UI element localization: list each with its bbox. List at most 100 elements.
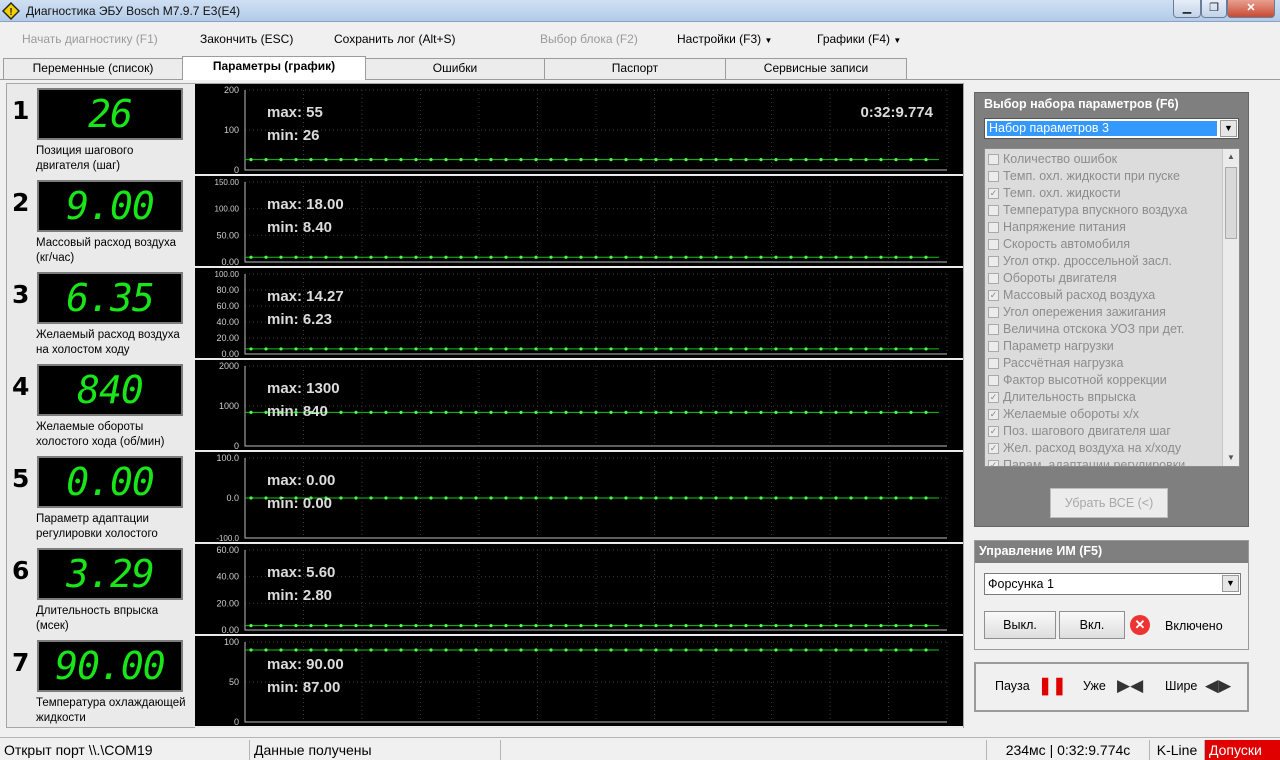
series-point	[369, 158, 373, 162]
diamond-warning-icon: !	[2, 2, 20, 20]
series-point	[834, 624, 838, 628]
checkbox[interactable]: ✓	[988, 426, 999, 437]
tab-variables-list[interactable]: Переменные (список)	[3, 58, 183, 79]
menu-save-log[interactable]: Сохранить лог (Alt+S)	[334, 32, 456, 46]
series-point	[819, 410, 823, 414]
scroll-up-icon[interactable]: ▲	[1223, 149, 1239, 165]
series-point	[519, 496, 523, 500]
param-value-display: 0.00	[37, 456, 183, 508]
param-graph[interactable]: 100.00 80.00 60.00 40.00 20.00 0.00 max: 14.27…	[195, 268, 963, 360]
param-graph[interactable]: 100.0 0.0 -100.0 max: 0.00 min: 0.00	[195, 452, 963, 544]
param-graph[interactable]: 150.00 100.00 50.00 0.00 max: 18.00 min: 8.40	[195, 176, 963, 268]
series-point	[249, 496, 253, 500]
series-point	[369, 347, 373, 351]
menu-graphs[interactable]: Графики (F4) ▼	[817, 32, 901, 46]
tab-parameters-graph[interactable]: Параметры (график)	[182, 56, 366, 80]
series-point	[864, 496, 868, 500]
param-list-scrollbar[interactable]: ▲ ▼	[1222, 149, 1239, 466]
narrower-label[interactable]: Уже	[1083, 679, 1106, 693]
menu-finish[interactable]: Закончить (ESC)	[200, 32, 293, 46]
chevron-down-icon[interactable]: ▼	[1220, 120, 1237, 137]
checkbox[interactable]	[988, 273, 999, 284]
series-point	[624, 347, 628, 351]
checkbox[interactable]	[988, 358, 999, 369]
series-point	[459, 347, 463, 351]
param-graph[interactable]: 200 100 0 max: 55 min: 26 0:32:9.774	[195, 84, 963, 176]
series-point	[879, 648, 883, 652]
checkbox[interactable]	[988, 222, 999, 233]
actuator-off-button[interactable]: Выкл.	[984, 611, 1056, 639]
pause-icon[interactable]: ❚❚	[1038, 676, 1067, 696]
series-point	[339, 347, 343, 351]
param-list-label: Скорость автомобиля	[1003, 237, 1131, 251]
param-value-display: 840	[37, 364, 183, 416]
close-button[interactable]: ✕	[1227, 0, 1275, 18]
param-set-dropdown[interactable]: Набор параметров 3 ▼	[984, 118, 1239, 139]
param-graph[interactable]: 100 50 0 max: 90.00 min: 87.00	[195, 636, 963, 728]
actuator-on-button[interactable]: Вкл.	[1059, 611, 1125, 639]
series-point	[639, 648, 643, 652]
scroll-thumb[interactable]	[1225, 167, 1237, 239]
minimize-button[interactable]: ▁	[1173, 0, 1201, 18]
checkbox[interactable]: ✓	[988, 460, 999, 466]
checkbox[interactable]: ✓	[988, 409, 999, 420]
checkbox[interactable]	[988, 239, 999, 250]
param-graph[interactable]: 2000 1000 0 max: 1300 min: 840	[195, 360, 963, 452]
tab-errors[interactable]: Ошибки	[365, 58, 545, 79]
checkbox[interactable]: ✓	[988, 392, 999, 403]
pause-label[interactable]: Пауза	[995, 679, 1030, 693]
checkbox[interactable]	[988, 205, 999, 216]
series-point	[819, 496, 823, 500]
series-point	[744, 255, 748, 259]
series-point	[774, 624, 778, 628]
param-name: Желаемые обороты холостого хода (об/мин)	[36, 421, 165, 448]
actuator-dropdown[interactable]: Форсунка 1 ▼	[984, 573, 1241, 595]
wider-label[interactable]: Шире	[1165, 679, 1197, 693]
remove-all-button[interactable]: Убрать ВСЕ (<)	[1050, 488, 1168, 518]
y-tick-label: 0	[234, 441, 239, 450]
tab-passport[interactable]: Паспорт	[544, 58, 726, 79]
scroll-down-icon[interactable]: ▼	[1223, 450, 1239, 466]
series-point	[309, 158, 313, 162]
series-point	[354, 347, 358, 351]
series-point	[909, 347, 913, 351]
param-set-selected: Набор параметров 3	[987, 121, 1217, 136]
series-point	[459, 158, 463, 162]
checkbox[interactable]	[988, 154, 999, 165]
checkbox[interactable]: ✓	[988, 443, 999, 454]
checkbox[interactable]: ✓	[988, 188, 999, 199]
checkbox[interactable]	[988, 307, 999, 318]
series-point	[879, 624, 883, 628]
checkbox[interactable]	[988, 171, 999, 182]
y-tick-label: 40.00	[216, 572, 239, 582]
tab-service-records[interactable]: Сервисные записи	[725, 58, 907, 79]
param-graph[interactable]: 60.00 40.00 20.00 0.00 max: 5.60 min: 2.80	[195, 544, 963, 636]
menu-settings[interactable]: Настройки (F3) ▼	[677, 32, 772, 46]
menu-select-block[interactable]: Выбор блока (F2)	[540, 32, 638, 46]
series-point	[564, 410, 568, 414]
widen-arrows-icon[interactable]: ◀▶	[1205, 676, 1231, 696]
window-title: Диагностика ЭБУ Bosch M7.9.7 E3(E4)	[26, 4, 241, 18]
param-list[interactable]: ▲ ▼ Количество ошибок Темп. охл. жидкости…	[984, 148, 1240, 467]
series-point	[849, 255, 853, 259]
series-point	[849, 648, 853, 652]
status-access[interactable]: Допуски	[1204, 740, 1280, 760]
series-point	[429, 158, 433, 162]
series-point	[909, 624, 913, 628]
series-point	[474, 255, 478, 259]
menu-start-diagnostics[interactable]: Начать диагностику (F1)	[22, 32, 158, 46]
checkbox[interactable]	[988, 256, 999, 267]
series-point	[714, 158, 718, 162]
narrow-arrows-icon[interactable]: ▶◀	[1117, 676, 1143, 696]
checkbox[interactable]	[988, 324, 999, 335]
series-point	[759, 496, 763, 500]
checkbox[interactable]	[988, 341, 999, 352]
chevron-down-icon[interactable]: ▼	[1222, 575, 1239, 592]
checkbox[interactable]: ✓	[988, 290, 999, 301]
series-point	[294, 347, 298, 351]
maximize-button[interactable]: ❐	[1201, 0, 1227, 18]
checkbox[interactable]	[988, 375, 999, 386]
series-point	[759, 624, 763, 628]
series-point	[669, 410, 673, 414]
series-point	[309, 255, 313, 259]
